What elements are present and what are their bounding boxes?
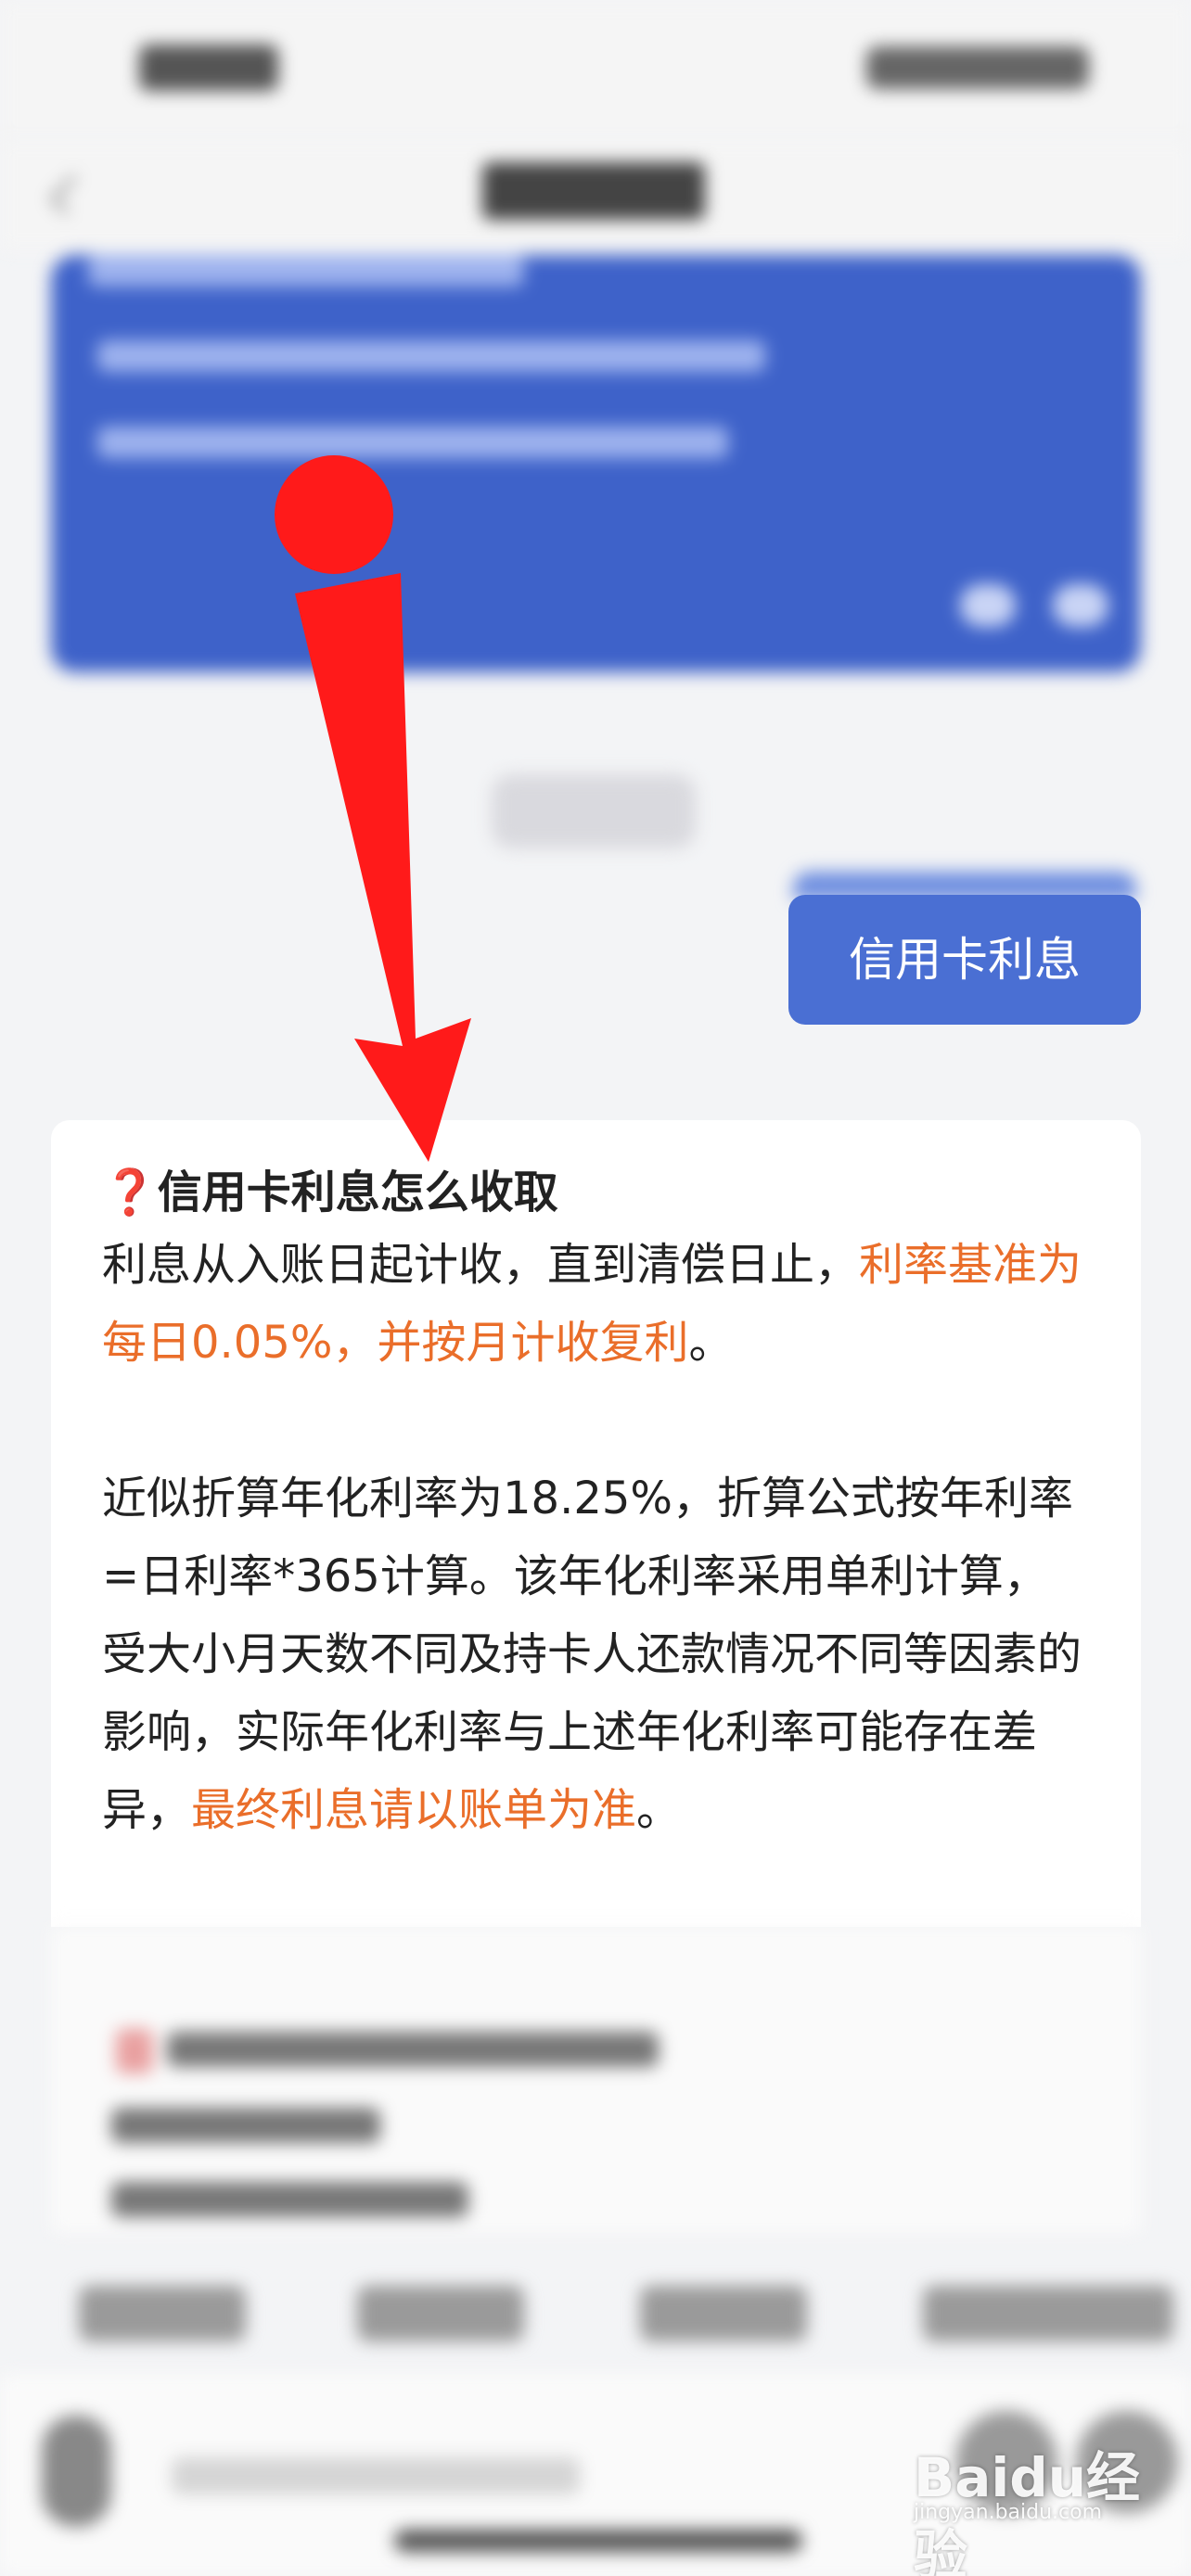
answer-p1-text: 利息从入账日起计收，直到清偿日止， <box>102 1239 860 1291</box>
answer-paragraph-2: 近似折算年化利率为18.25%，折算公式按年利率=日利率*365计算。该年化利率… <box>102 1460 1090 1849</box>
suggestion-chip[interactable] <box>640 2286 807 2341</box>
suggestion-chip[interactable] <box>923 2286 1173 2341</box>
banner-action-icon[interactable] <box>1053 584 1108 627</box>
question-mark-icon <box>116 2029 153 2073</box>
suggestion-chips <box>0 2263 1191 2374</box>
watermark-site: jingyan.baidu.com <box>914 2501 1103 2524</box>
status-time <box>139 45 278 91</box>
answer-p2-end: 。 <box>636 1784 682 1836</box>
answer-p2-text: 近似折算年化利率为18.25%，折算公式按年利率=日利率*365计算。该年化利率… <box>102 1473 1082 1836</box>
answer-title-text: 信用卡利息怎么收取 <box>157 1167 558 1218</box>
related-questions-card[interactable] <box>51 1927 1141 2233</box>
answer-p2-highlight: 最终利息请以账单为准 <box>191 1784 637 1836</box>
related-item[interactable] <box>111 2182 468 2217</box>
info-banner-card[interactable] <box>51 255 1141 672</box>
banner-line <box>88 255 524 287</box>
home-indicator <box>394 2530 802 2552</box>
user-message-bubble: 信用卡利息 <box>788 895 1141 1025</box>
page-title <box>482 162 705 220</box>
banner-line <box>97 427 728 458</box>
suggestion-chip[interactable] <box>357 2286 524 2341</box>
suggestion-chip[interactable] <box>79 2286 246 2341</box>
message-input[interactable] <box>172 2457 580 2494</box>
question-mark-icon: ❓ <box>102 1167 158 1218</box>
answer-title: ❓信用卡利息怎么收取 <box>102 1159 1090 1226</box>
nav-bar <box>0 139 1191 250</box>
answer-card: ❓信用卡利息怎么收取 利息从入账日起计收，直到清偿日止，利率基准为每日0.05%… <box>51 1120 1141 1927</box>
answer-p1-end: 。 <box>688 1317 734 1369</box>
status-bar <box>0 0 1191 139</box>
banner-line <box>97 340 765 372</box>
timestamp-chip <box>492 774 696 848</box>
related-item[interactable] <box>111 2108 380 2143</box>
status-icons <box>866 46 1089 89</box>
answer-paragraph-1: 利息从入账日起计收，直到清偿日止，利率基准为每日0.05%，并按月计收复利。 <box>102 1226 1090 1382</box>
banner-action-icon[interactable] <box>960 584 1016 627</box>
related-title <box>167 2032 659 2067</box>
microphone-icon[interactable] <box>42 2416 111 2527</box>
back-icon[interactable] <box>49 174 90 215</box>
baidu-watermark: Baidu经验 jingyan.baidu.com <box>914 2434 1164 2576</box>
